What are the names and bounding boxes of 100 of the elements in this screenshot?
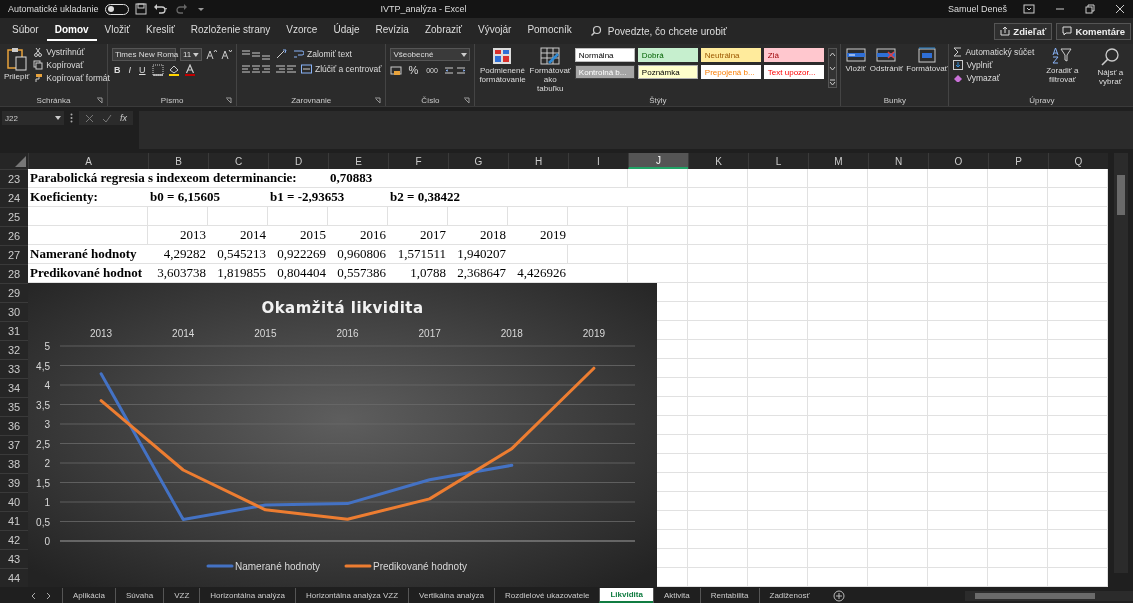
- cell-grid[interactable]: [0, 169, 1108, 587]
- dialog-launcher-icon[interactable]: [225, 97, 232, 104]
- cells-button[interactable]: Odstrániť: [869, 46, 903, 75]
- merge-center-button[interactable]: Zlúčiť a centrovať: [301, 63, 382, 75]
- check-icon[interactable]: [102, 113, 112, 123]
- row-header[interactable]: 30: [0, 302, 28, 321]
- sheet-tab[interactable]: Rentabilita: [699, 588, 759, 603]
- format-as-table-button[interactable]: Formátovať ako tabuľku: [529, 46, 571, 95]
- font-color-icon[interactable]: [183, 64, 196, 76]
- row-header[interactable]: 24: [0, 188, 28, 207]
- comments-button[interactable]: Komentáre: [1056, 22, 1131, 40]
- cell-style-option[interactable]: Zlá: [763, 48, 824, 62]
- format-painter-button[interactable]: Kopírovať formát: [33, 72, 110, 84]
- font-size-dropdown[interactable]: 11: [180, 48, 202, 61]
- gallery-scroll-icon[interactable]: [827, 48, 837, 88]
- indent-icon[interactable]: [275, 63, 297, 75]
- clear-button[interactable]: Vymazať: [953, 72, 1035, 84]
- sheet-tab[interactable]: Aplikácia: [62, 588, 115, 603]
- ribbon-tab[interactable]: Údaje: [325, 21, 368, 41]
- row-header[interactable]: 26: [0, 226, 28, 245]
- column-header[interactable]: J: [628, 153, 688, 169]
- sort-filter-button[interactable]: Zoradiť a filtrovať: [1038, 46, 1087, 86]
- ribbon-tab[interactable]: Súbor: [4, 21, 47, 41]
- share-button[interactable]: Zdieľať: [994, 22, 1053, 40]
- cancel-icon[interactable]: [85, 113, 94, 123]
- ribbon-tab[interactable]: Rozloženie strany: [182, 21, 279, 41]
- user-name[interactable]: Samuel Deneš: [947, 4, 1007, 14]
- wrap-text-button[interactable]: Zalomiť text: [293, 48, 352, 60]
- sheet-tab[interactable]: Horizontálna analýza: [199, 588, 295, 603]
- decrease-font-icon[interactable]: [221, 49, 232, 60]
- row-header[interactable]: 44: [0, 568, 28, 587]
- cell-style-option[interactable]: Poznámka: [637, 65, 698, 79]
- name-box[interactable]: J22: [2, 111, 64, 125]
- font-style-button[interactable]: B: [112, 65, 123, 75]
- decimal-icon[interactable]: [443, 64, 468, 76]
- cell-style-option[interactable]: Dobrá: [637, 48, 698, 62]
- sheet-tab[interactable]: Vertikálna analýza: [408, 588, 494, 603]
- fill-color-icon[interactable]: [167, 64, 180, 76]
- sheet-tab[interactable]: VZZ: [163, 588, 200, 603]
- search-field[interactable]: Povedzte, čo chcete urobiť: [605, 24, 770, 38]
- row-header[interactable]: 27: [0, 245, 28, 264]
- sheet-tab[interactable]: Súvaha: [115, 588, 164, 603]
- row-header[interactable]: 39: [0, 473, 28, 492]
- cells-button[interactable]: Formátovať: [906, 46, 947, 75]
- row-header[interactable]: 23: [0, 169, 28, 188]
- ribbon-tab[interactable]: Kresliť: [138, 21, 183, 41]
- copy-button[interactable]: Kopírovať: [33, 59, 110, 71]
- fill-button[interactable]: Vyplniť: [953, 59, 1035, 71]
- cell-style-option[interactable]: Normálna: [574, 48, 635, 62]
- font-style-button[interactable]: U: [137, 65, 148, 75]
- row-header[interactable]: 34: [0, 378, 28, 397]
- scrollbar[interactable]: [1113, 153, 1128, 573]
- row-header[interactable]: 31: [0, 321, 28, 340]
- undo-icon[interactable]: [152, 3, 169, 15]
- font-style-button[interactable]: I: [126, 65, 133, 75]
- row-header[interactable]: 42: [0, 530, 28, 549]
- ribbon-tab[interactable]: Domov: [46, 21, 97, 41]
- insert-function-button[interactable]: fx: [120, 113, 127, 123]
- find-select-button[interactable]: Nájsť a vybrať: [1090, 46, 1131, 88]
- vertical-align-icon[interactable]: [241, 48, 271, 60]
- row-header[interactable]: 33: [0, 359, 28, 378]
- currency-icon[interactable]: [390, 64, 403, 76]
- paste-button[interactable]: Prilepiť: [4, 46, 30, 83]
- conditional-formatting-button[interactable]: Podmienené formátovanie: [479, 46, 526, 86]
- more-icon[interactable]: [70, 113, 73, 123]
- ribbon-tab[interactable]: Zobraziť: [416, 21, 470, 41]
- row-header[interactable]: 36: [0, 416, 28, 435]
- row-header[interactable]: 28: [0, 264, 28, 283]
- dialog-launcher-icon[interactable]: [96, 97, 103, 104]
- borders-icon[interactable]: [151, 64, 164, 76]
- number-format-dropdown[interactable]: Všeobecné: [390, 48, 471, 61]
- ribbon-display-icon[interactable]: [1023, 4, 1035, 14]
- increase-font-icon[interactable]: [206, 49, 217, 60]
- close-icon[interactable]: [1115, 4, 1125, 14]
- row-header[interactable]: 37: [0, 435, 28, 454]
- row-header[interactable]: 29: [0, 283, 28, 302]
- percent-button[interactable]: %: [406, 64, 421, 76]
- caret-icon[interactable]: [196, 5, 205, 13]
- save-icon[interactable]: [134, 3, 147, 15]
- ribbon-tab[interactable]: Revízia: [367, 21, 417, 41]
- add-sheet-icon[interactable]: [833, 589, 846, 602]
- font-family-dropdown[interactable]: Times New Roma: [112, 48, 176, 61]
- ribbon-tab[interactable]: Vložiť: [96, 21, 139, 41]
- sheet-tab[interactable]: Zadlženosť: [758, 588, 820, 603]
- row-header[interactable]: 35: [0, 397, 28, 416]
- cell-style-option[interactable]: Text upozor...: [763, 65, 824, 79]
- sheet-tab[interactable]: Horizontálna analýza VZZ: [295, 588, 409, 603]
- ribbon-tab[interactable]: Vývojár: [470, 21, 520, 41]
- horizontal-align-icon[interactable]: [241, 63, 271, 75]
- row-header[interactable]: 40: [0, 492, 28, 511]
- ribbon-tab[interactable]: Pomocník: [519, 21, 580, 41]
- orientation-icon[interactable]: [275, 48, 289, 60]
- row-header[interactable]: 38: [0, 454, 28, 473]
- row-header[interactable]: 41: [0, 511, 28, 530]
- cut-button[interactable]: Vystrihnúť: [33, 46, 110, 58]
- row-header[interactable]: 43: [0, 549, 28, 568]
- horizontal-scrollbar[interactable]: [965, 590, 1133, 601]
- sheet-tab[interactable]: Likvidita: [599, 588, 653, 603]
- cells-button[interactable]: Vložiť: [845, 46, 866, 75]
- next-sheet-icon[interactable]: [46, 591, 52, 600]
